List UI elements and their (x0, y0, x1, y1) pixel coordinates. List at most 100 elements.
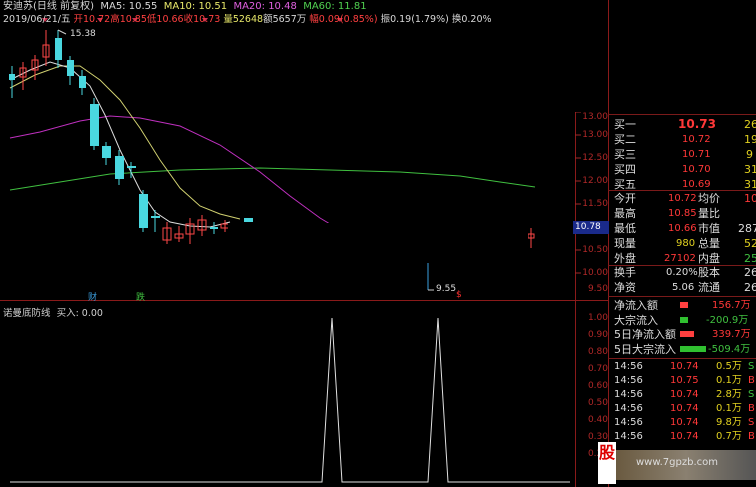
indicator-header: 诺曼底防线 买入: 0.00 (3, 305, 103, 319)
stat-value: 5.06 (672, 282, 695, 293)
tick-side: S (748, 361, 755, 372)
level-price: 10.72 (682, 134, 711, 145)
stat-value: 27102 (664, 253, 696, 264)
candle (127, 166, 136, 168)
stat-label: 总量 (698, 237, 720, 250)
buy-level-row[interactable]: 买二 10.72 19 (612, 132, 756, 147)
flow-label: 5日净流入额 (614, 328, 676, 341)
change-label: 幅0.09(0.85%) (309, 14, 378, 25)
tick-side: B (748, 403, 755, 414)
level-label: 买二 (614, 133, 636, 146)
quote-separator (608, 358, 756, 359)
close-label: 收10.73 (183, 14, 221, 25)
amplitude-label: 振0.19(1.79%) (380, 14, 449, 25)
stat-value: 10.66 (668, 223, 697, 234)
stat-label: 最低 (614, 222, 636, 235)
ma10-line (9, 65, 241, 220)
ind-axis-label: 0.80 (587, 347, 608, 357)
tick-vol: 2.8万 (716, 389, 742, 400)
stat-value: 26 (744, 266, 756, 279)
tick-row: 14:56 10.74 0.7万 B (612, 430, 756, 444)
tick-row: 14:56 10.74 9.8万 S (612, 416, 756, 430)
flow-label: 净流入额 (614, 299, 658, 312)
stats-row: 最低 10.66 市值 287 (612, 221, 756, 236)
stats-row: 现量 980 总量 52 (612, 236, 756, 251)
amount-label: 额5657万 (263, 14, 307, 25)
stats-row: 换手 0.20% 股本 26 (612, 265, 756, 280)
tick-row: 14:56 10.74 2.8万 S (612, 388, 756, 402)
event-cai-label[interactable]: 财 (88, 290, 97, 303)
flow-value: 339.7万 (712, 329, 751, 340)
tick-time: 14:56 (614, 361, 643, 372)
stat-label: 现量 (614, 237, 636, 250)
indicator-title[interactable]: 诺曼底防线 (3, 308, 51, 319)
ma20-line (9, 115, 341, 231)
buy-level-row[interactable]: 买一 10.73 26 (612, 117, 756, 132)
axis-label: 11.50 (582, 199, 608, 209)
stats-row: 净资 5.06 流通 26 (612, 280, 756, 295)
date-label: 2019/06/21/五 (3, 14, 71, 25)
tick-side: B (748, 431, 755, 442)
ma20-label: MA20: 10.48 (233, 1, 297, 12)
tick-row: 14:56 10.74 0.5万 S (612, 360, 756, 374)
stat-value: 52 (744, 237, 756, 250)
candle (9, 74, 15, 80)
stat-label: 量比 (698, 207, 720, 220)
level-label: 买三 (614, 148, 636, 161)
axis-label: 9.50 (587, 284, 608, 294)
ind-axis-label: 0.90 (587, 330, 608, 340)
ma5-line (9, 61, 231, 228)
tick-side: S (748, 417, 755, 428)
candle (210, 227, 218, 229)
level-price: 10.70 (682, 164, 711, 175)
tick-vol: 0.7万 (716, 431, 742, 442)
ind-axis-label: 1.00 (587, 313, 608, 323)
event-die-label[interactable]: 跌 (136, 290, 145, 303)
candle (139, 194, 148, 228)
tick-time: 14:56 (614, 389, 643, 400)
tick-row: 14:56 10.75 0.1万 B (612, 374, 756, 388)
level-label: 买四 (614, 163, 636, 176)
ma60-line (9, 167, 536, 191)
flow-label: 大宗流入 (614, 314, 658, 327)
turnover-label: 换0.20% (451, 14, 492, 25)
watermark-text: www.7gpzb.com (636, 457, 718, 468)
stat-label: 市值 (698, 222, 720, 235)
candle (102, 146, 111, 158)
stat-label: 今开 (614, 192, 636, 205)
tick-time: 14:56 (614, 403, 643, 414)
tick-price: 10.75 (670, 375, 699, 386)
level-price: 10.71 (682, 149, 711, 160)
stat-value: 26 (744, 281, 756, 294)
tick-side: S (748, 389, 755, 400)
occlusion-box (228, 223, 528, 263)
tick-price: 10.74 (670, 417, 699, 428)
level-price: 10.73 (678, 117, 716, 131)
stat-value: 25 (744, 252, 756, 265)
stat-value: 10.72 (668, 193, 697, 204)
buy-level-row[interactable]: 买三 10.71 9 (612, 147, 756, 162)
candle (55, 38, 62, 60)
candle (151, 216, 160, 218)
volume-label: 量52648 (223, 14, 264, 25)
current-price-tag: 10.78 (573, 221, 609, 234)
tick-row: 14:56 10.74 0.1万 B (612, 402, 756, 416)
quote-separator (608, 114, 756, 115)
tick-vol: 0.1万 (716, 403, 742, 414)
high-marker-line (57, 29, 67, 35)
stats-row: 外盘 27102 内盘 25 (612, 251, 756, 266)
stock-title[interactable]: 安迪苏(日线 前复权) (3, 1, 94, 12)
buy-level-row[interactable]: 买四 10.70 31 (612, 162, 756, 177)
axis-label: 13.00 (582, 130, 608, 140)
candle (67, 60, 74, 76)
stat-label: 流通 (698, 281, 720, 294)
stat-label: 外盘 (614, 252, 636, 265)
level-vol: 9 (746, 148, 753, 161)
tick-vol: 0.1万 (716, 375, 742, 386)
stat-value: 980 (676, 238, 696, 249)
stat-label: 内盘 (698, 252, 720, 265)
flow-value: -509.4万 (708, 344, 751, 355)
ind-axis-label: 0.70 (587, 364, 608, 374)
ma5-label: MA5: 10.55 (100, 1, 158, 12)
indicator-line (10, 317, 570, 483)
